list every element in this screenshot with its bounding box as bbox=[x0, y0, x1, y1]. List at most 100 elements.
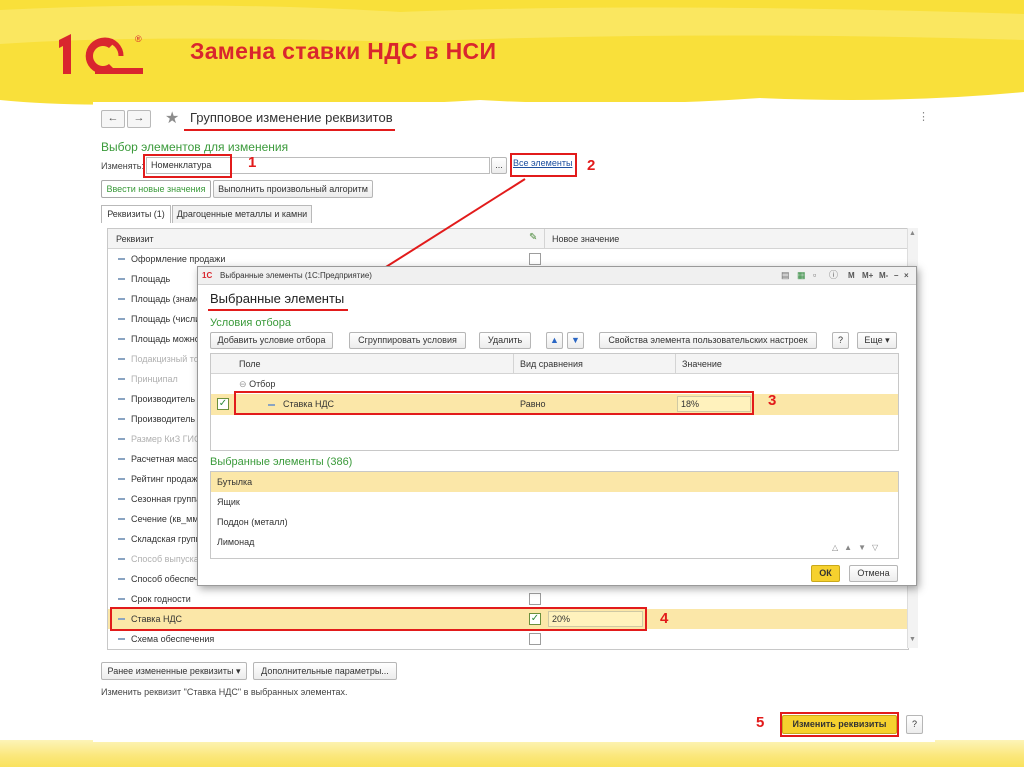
attribute-dash-icon bbox=[118, 318, 125, 320]
help-button[interactable]: ? bbox=[906, 715, 923, 734]
arrow-left-icon: ← bbox=[107, 112, 119, 124]
select-button[interactable]: ... bbox=[491, 157, 507, 174]
col-value: Значение bbox=[682, 359, 722, 369]
memory-icon[interactable]: M bbox=[848, 267, 855, 284]
down-icon[interactable]: ▼ bbox=[858, 543, 872, 552]
additional-params-button[interactable]: Дополнительные параметры... bbox=[253, 662, 397, 680]
dropdown-arrow-icon: ▾ bbox=[235, 666, 241, 676]
forward-button[interactable]: → bbox=[127, 110, 151, 128]
back-button[interactable]: ← bbox=[101, 110, 125, 128]
callout-box-2 bbox=[510, 153, 577, 177]
form-title: Групповое изменение реквизитов bbox=[190, 110, 393, 125]
attribute-dash-icon bbox=[118, 338, 125, 340]
add-condition-button[interactable]: Добавить условие отбора bbox=[210, 332, 333, 349]
list-navigation[interactable]: △▲▼▽ bbox=[832, 543, 884, 552]
tab-attributes[interactable]: Реквизиты (1) bbox=[101, 205, 171, 223]
table-row[interactable]: Схема обеспечения bbox=[108, 629, 908, 649]
conditions-header: Поле Вид сравнения Значение bbox=[211, 354, 898, 374]
heading-underline bbox=[208, 309, 348, 311]
attribute-name: Размер КиЗ ГИС bbox=[131, 434, 201, 444]
attribute-name: Способ выпуска bbox=[131, 554, 199, 564]
table-row[interactable]: Срок годности bbox=[108, 589, 908, 609]
col-comparison: Вид сравнения bbox=[520, 359, 583, 369]
close-icon[interactable]: × bbox=[904, 267, 909, 284]
list-item[interactable]: Поддон (металл) bbox=[211, 512, 898, 532]
attribute-name: Принципал bbox=[131, 374, 178, 384]
last-icon[interactable]: ▽ bbox=[872, 543, 884, 552]
delete-button[interactable]: Удалить bbox=[479, 332, 531, 349]
doc-icon[interactable]: ▤ bbox=[781, 267, 790, 284]
attribute-name: Схема обеспечения bbox=[131, 634, 215, 644]
tab-precious-metals[interactable]: Драгоценные металлы и камни bbox=[172, 205, 312, 223]
attribute-name: Площадь можно bbox=[131, 334, 200, 344]
attribute-dash-icon bbox=[118, 638, 125, 640]
attribute-dash-icon bbox=[118, 598, 125, 600]
dialog-heading: Выбранные элементы bbox=[210, 291, 345, 306]
title-underline bbox=[184, 129, 395, 131]
callout-box-1 bbox=[143, 154, 232, 178]
arrow-right-icon: → bbox=[133, 112, 145, 124]
save-icon[interactable]: ▦ bbox=[797, 267, 806, 284]
pencil-icon[interactable]: ✎ bbox=[529, 232, 537, 243]
move-down-button[interactable]: ▼ bbox=[567, 332, 584, 349]
memory-plus-icon[interactable]: M+ bbox=[862, 267, 873, 284]
change-checkbox[interactable] bbox=[529, 253, 541, 265]
group-row[interactable]: ⊖ Отбор bbox=[239, 379, 275, 390]
header-brush-background bbox=[0, 0, 1024, 106]
more-button[interactable]: Еще ▾ bbox=[857, 332, 897, 349]
dots-icon[interactable]: ⋮ bbox=[918, 110, 929, 123]
change-checkbox[interactable] bbox=[529, 633, 541, 645]
selected-elements-title: Выбранные элементы (386) bbox=[210, 456, 353, 468]
scroll-up-icon[interactable]: ▲ bbox=[909, 230, 916, 237]
callout-number-3: 3 bbox=[768, 392, 777, 409]
attribute-name: Производитель bbox=[131, 394, 196, 404]
callout-box-4 bbox=[110, 607, 647, 631]
list-item[interactable]: Ящик bbox=[211, 492, 898, 512]
move-up-button[interactable]: ▲ bbox=[546, 332, 563, 349]
app-icon: 1С bbox=[202, 271, 213, 280]
list-item[interactable]: Лимонад bbox=[211, 532, 898, 552]
attribute-name: Сечение (кв_мм bbox=[131, 514, 199, 524]
attribute-dash-icon bbox=[118, 538, 125, 540]
section-title-selection: Выбор элементов для изменения bbox=[101, 140, 289, 154]
callout-number-5: 5 bbox=[756, 714, 765, 731]
attribute-dash-icon bbox=[118, 578, 125, 580]
list-item[interactable]: Бутылка bbox=[211, 472, 898, 492]
header-divider bbox=[544, 229, 545, 248]
dialog-window-title: Выбранные элементы (1С:Предприятие) bbox=[220, 271, 372, 280]
collapse-icon[interactable]: ⊖ bbox=[239, 379, 247, 389]
selected-elements-dialog: 1С Выбранные элементы (1С:Предприятие) ▤… bbox=[197, 266, 917, 586]
first-icon[interactable]: △ bbox=[832, 543, 844, 552]
list-item-label: Ящик bbox=[217, 497, 240, 507]
col-new-value: Новое значение bbox=[552, 234, 620, 244]
list-item-label: Лимонад bbox=[217, 537, 255, 547]
scroll-down-icon[interactable]: ▼ bbox=[909, 636, 916, 643]
up-icon[interactable]: ▲ bbox=[844, 543, 858, 552]
mode-new-values-button[interactable]: Ввести новые значения bbox=[101, 180, 211, 198]
col-field: Поле bbox=[239, 359, 261, 369]
element-properties-button[interactable]: Свойства элемента пользовательских настр… bbox=[599, 332, 817, 349]
cancel-button[interactable]: Отмена bbox=[849, 565, 898, 582]
group-conditions-button[interactable]: Сгруппировать условия bbox=[349, 332, 466, 349]
memory-minus-icon[interactable]: M- bbox=[879, 267, 888, 284]
callout-box-3 bbox=[234, 391, 754, 415]
attribute-name: Складская групп bbox=[131, 534, 201, 544]
col-divider-1 bbox=[513, 354, 514, 373]
dialog-titlebar: 1С Выбранные элементы (1С:Предприятие) ▤… bbox=[198, 267, 916, 285]
arrow-down-icon: ▼ bbox=[571, 335, 580, 345]
calendar-icon[interactable]: ▫ bbox=[813, 267, 816, 284]
dialog-help-button[interactable]: ? bbox=[832, 332, 849, 349]
minimize-icon[interactable]: – bbox=[894, 267, 898, 284]
slide-title: Замена ставки НДС в НСИ bbox=[190, 38, 497, 64]
star-icon[interactable]: ★ bbox=[165, 108, 179, 128]
attribute-name: Сезонная группа bbox=[131, 494, 202, 504]
attribute-dash-icon bbox=[118, 398, 125, 400]
condition-checkbox[interactable]: ✓ bbox=[217, 398, 229, 410]
arrow-up-icon: ▲ bbox=[550, 335, 559, 345]
ok-button[interactable]: ОК bbox=[811, 565, 840, 582]
footer-brush-background bbox=[0, 740, 1024, 767]
info-icon[interactable]: ⓘ bbox=[829, 267, 838, 284]
more-label: Еще bbox=[864, 335, 883, 345]
previously-changed-button[interactable]: Ранее измененные реквизиты ▾ bbox=[101, 662, 247, 680]
change-checkbox[interactable] bbox=[529, 593, 541, 605]
